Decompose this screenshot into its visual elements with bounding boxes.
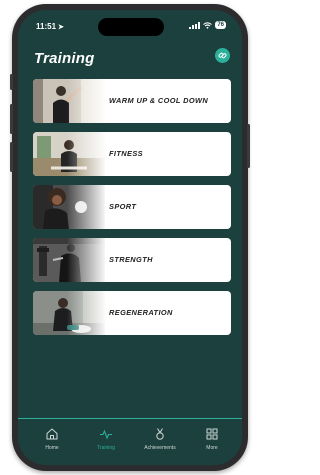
phone-power-button: [247, 124, 250, 168]
tab-achievements[interactable]: Achievements: [134, 427, 186, 451]
bottom-tab-bar: Home Training Achievements More: [18, 418, 242, 465]
cellular-signal-icon: [189, 21, 201, 29]
category-label: STRENGTH: [109, 255, 153, 264]
tab-label: Training: [97, 445, 115, 451]
tab-label: Home: [45, 445, 59, 451]
pulse-icon: [100, 429, 112, 440]
category-label: SPORT: [109, 202, 137, 211]
grid-icon: [206, 428, 218, 440]
category-label: REGENERATION: [109, 308, 173, 317]
tab-label: More: [206, 445, 218, 451]
phone-volume-up-button: [10, 104, 13, 134]
status-bar: 11:51 ➤ 76: [18, 10, 242, 36]
medal-icon: [156, 428, 164, 440]
home-icon: [46, 428, 58, 440]
photo-fade: [67, 238, 107, 282]
location-arrow-icon: ➤: [58, 24, 64, 31]
photo-fade: [67, 185, 107, 229]
phone-action-button: [10, 74, 13, 90]
tab-label: Achievements: [144, 445, 176, 451]
category-card-fitness[interactable]: FITNESS: [33, 132, 231, 176]
category-card-strength[interactable]: STRENGTH: [33, 238, 231, 282]
category-card-sport[interactable]: SPORT: [33, 185, 231, 229]
status-indicators: 76: [189, 21, 226, 29]
status-time-text: 11:51: [36, 22, 57, 31]
category-card-regeneration[interactable]: REGENERATION: [33, 291, 231, 335]
category-card-warm-up[interactable]: WARM UP & COOL DOWN: [33, 79, 231, 123]
photo-fade: [67, 291, 107, 335]
page-title: Training: [34, 50, 95, 67]
category-label: FITNESS: [109, 149, 144, 158]
category-label: WARM UP & COOL DOWN: [109, 96, 209, 105]
photo-fade: [67, 79, 107, 123]
link-icon: [218, 52, 227, 59]
status-time: 11:51 ➤: [36, 22, 64, 31]
wifi-icon: [203, 21, 213, 29]
phone-volume-down-button: [10, 142, 13, 172]
tab-training[interactable]: Training: [80, 427, 132, 451]
dynamic-island: [98, 18, 164, 36]
tab-home[interactable]: Home: [26, 427, 78, 451]
photo-fade: [67, 132, 107, 176]
battery-indicator: 76: [215, 21, 226, 29]
app-screen: 11:51 ➤ 76 Training WARM UP & COOL DOWN …: [18, 10, 242, 465]
link-button[interactable]: [215, 48, 230, 63]
tab-more[interactable]: More: [186, 427, 238, 451]
